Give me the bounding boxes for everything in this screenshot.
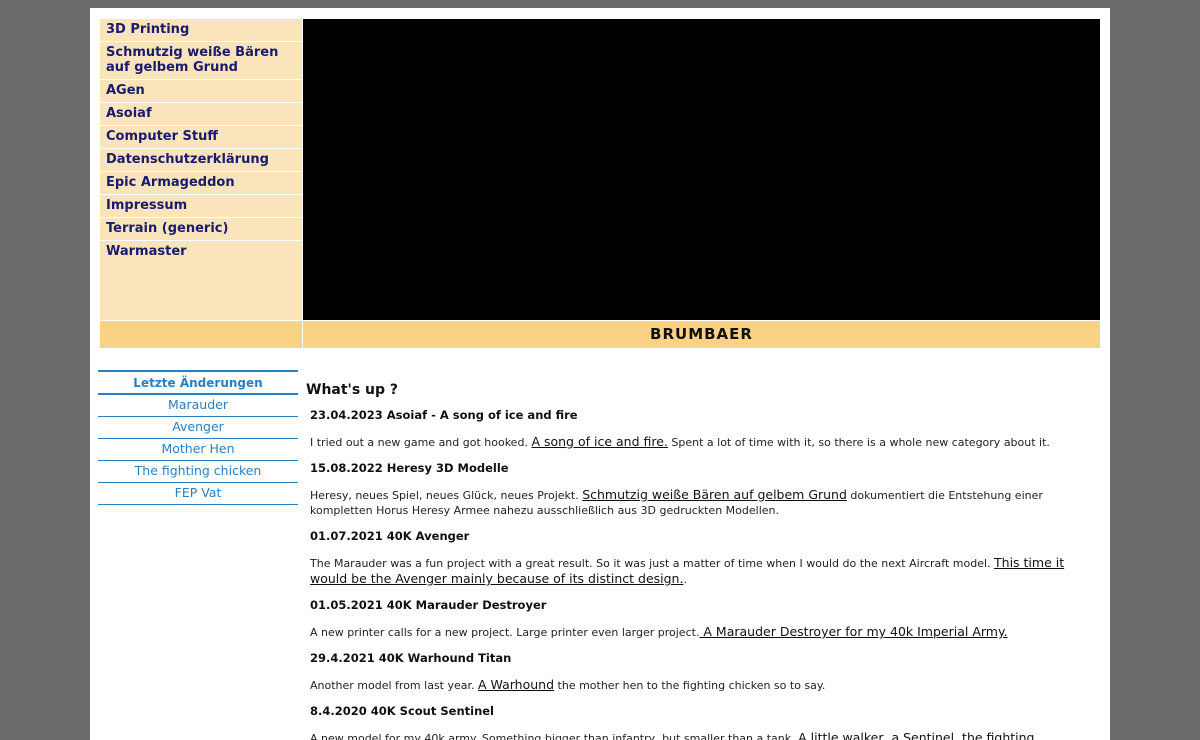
side-item-marauder[interactable]: Marauder [98,395,298,417]
nav-item-impressum[interactable]: Impressum [100,195,302,218]
news-entry-text-before: A new model for my 40k army. Something b… [310,732,799,740]
news-entry-link[interactable]: Schmutzig weiße Bären auf gelbem Grund [582,487,847,502]
news-entry-title: 23.04.2023 Asoiaf - A song of ice and fi… [310,408,578,422]
page: 3D Printing Schmutzig weiße Bären auf ge… [90,8,1110,740]
side-item-fighting-chicken[interactable]: The fighting chicken [98,461,298,483]
site-title: BRUMBAER [303,321,1100,348]
news-entry-text-after: the mother hen to the fighting chicken s… [554,679,826,692]
news-entry-text: The Marauder was a fun project with a gr… [310,555,1086,587]
news-entry-text-after: . [683,573,687,586]
main-content: What's up ? 23.04.2023 Asoiaf - A song o… [306,382,1086,740]
news-entry-title: 01.07.2021 40K Avenger [310,529,470,543]
news-entry-title: 01.05.2021 40K Marauder Destroyer [310,598,547,612]
news-entry-title: 8.4.2020 40K Scout Sentinel [310,704,494,718]
news-entry-text: I tried out a new game and got hooked. A… [310,434,1086,450]
nav-item-computer-stuff[interactable]: Computer Stuff [100,126,302,149]
nav-item-agen[interactable]: AGen [100,80,302,103]
side-item-fep-vat[interactable]: FEP Vat [98,483,298,505]
news-entry-text: Heresy, neues Spiel, neues Glück, neues … [310,487,1086,518]
nav-item-3d-printing[interactable]: 3D Printing [100,19,302,42]
recent-changes-menu: Letzte Änderungen Marauder Avenger Mothe… [98,370,298,505]
side-item-mother-hen[interactable]: Mother Hen [98,439,298,461]
news-entry-title: 29.4.2021 40K Warhound Titan [310,651,512,665]
news-entry: 01.07.2021 40K Avenger The Marauder was … [310,529,1086,587]
news-entry-text: A new printer calls for a new project. L… [310,624,1086,640]
news-entry-text: Another model from last year. A Warhound… [310,677,1086,693]
nav-item-epic-armageddon[interactable]: Epic Armageddon [100,172,302,195]
news-entry-text: A new model for my 40k army. Something b… [310,730,1086,740]
news-entry-text-before: A new printer calls for a new project. L… [310,626,700,639]
news-entry-link[interactable]: A song of ice and fire. [531,434,667,449]
news-entry-text-before: Another model from last year. [310,679,479,692]
news-entry-link[interactable]: A Warhound [478,677,554,692]
nav-item-datenschutzerklaerung[interactable]: Datenschutzerklärung [100,149,302,172]
nav-item-warmaster[interactable]: Warmaster [100,241,302,263]
title-bar-left-spacer [100,321,302,348]
nav-item-schmutzig-weisse-baeren[interactable]: Schmutzig weiße Bären auf gelbem Grund [100,42,302,80]
page-title: What's up ? [306,382,399,398]
news-entry: 23.04.2023 Asoiaf - A song of ice and fi… [310,408,1086,450]
news-entry-text-before: I tried out a new game and got hooked. [310,436,532,449]
header-banner-image [303,19,1100,320]
top-navigation: 3D Printing Schmutzig weiße Bären auf ge… [100,19,302,320]
side-item-avenger[interactable]: Avenger [98,417,298,439]
news-entry-link[interactable]: A Marauder Destroyer for my 40k Imperial… [699,624,1007,639]
news-entry-text-before: The Marauder was a fun project with a gr… [310,557,995,570]
news-entry: 29.4.2021 40K Warhound Titan Another mod… [310,651,1086,693]
recent-changes-header: Letzte Änderungen [98,372,298,395]
nav-item-terrain-generic[interactable]: Terrain (generic) [100,218,302,241]
news-entry-text-before: Heresy, neues Spiel, neues Glück, neues … [310,489,583,502]
nav-item-asoiaf[interactable]: Asoiaf [100,103,302,126]
news-entry: 8.4.2020 40K Scout Sentinel A new model … [310,704,1086,740]
news-entry-title: 15.08.2022 Heresy 3D Modelle [310,461,509,475]
news-entry: 15.08.2022 Heresy 3D Modelle Heresy, neu… [310,461,1086,518]
news-entry-text-after: Spent a lot of time with it, so there is… [667,436,1050,449]
news-entry: 01.05.2021 40K Marauder Destroyer A new … [310,598,1086,640]
